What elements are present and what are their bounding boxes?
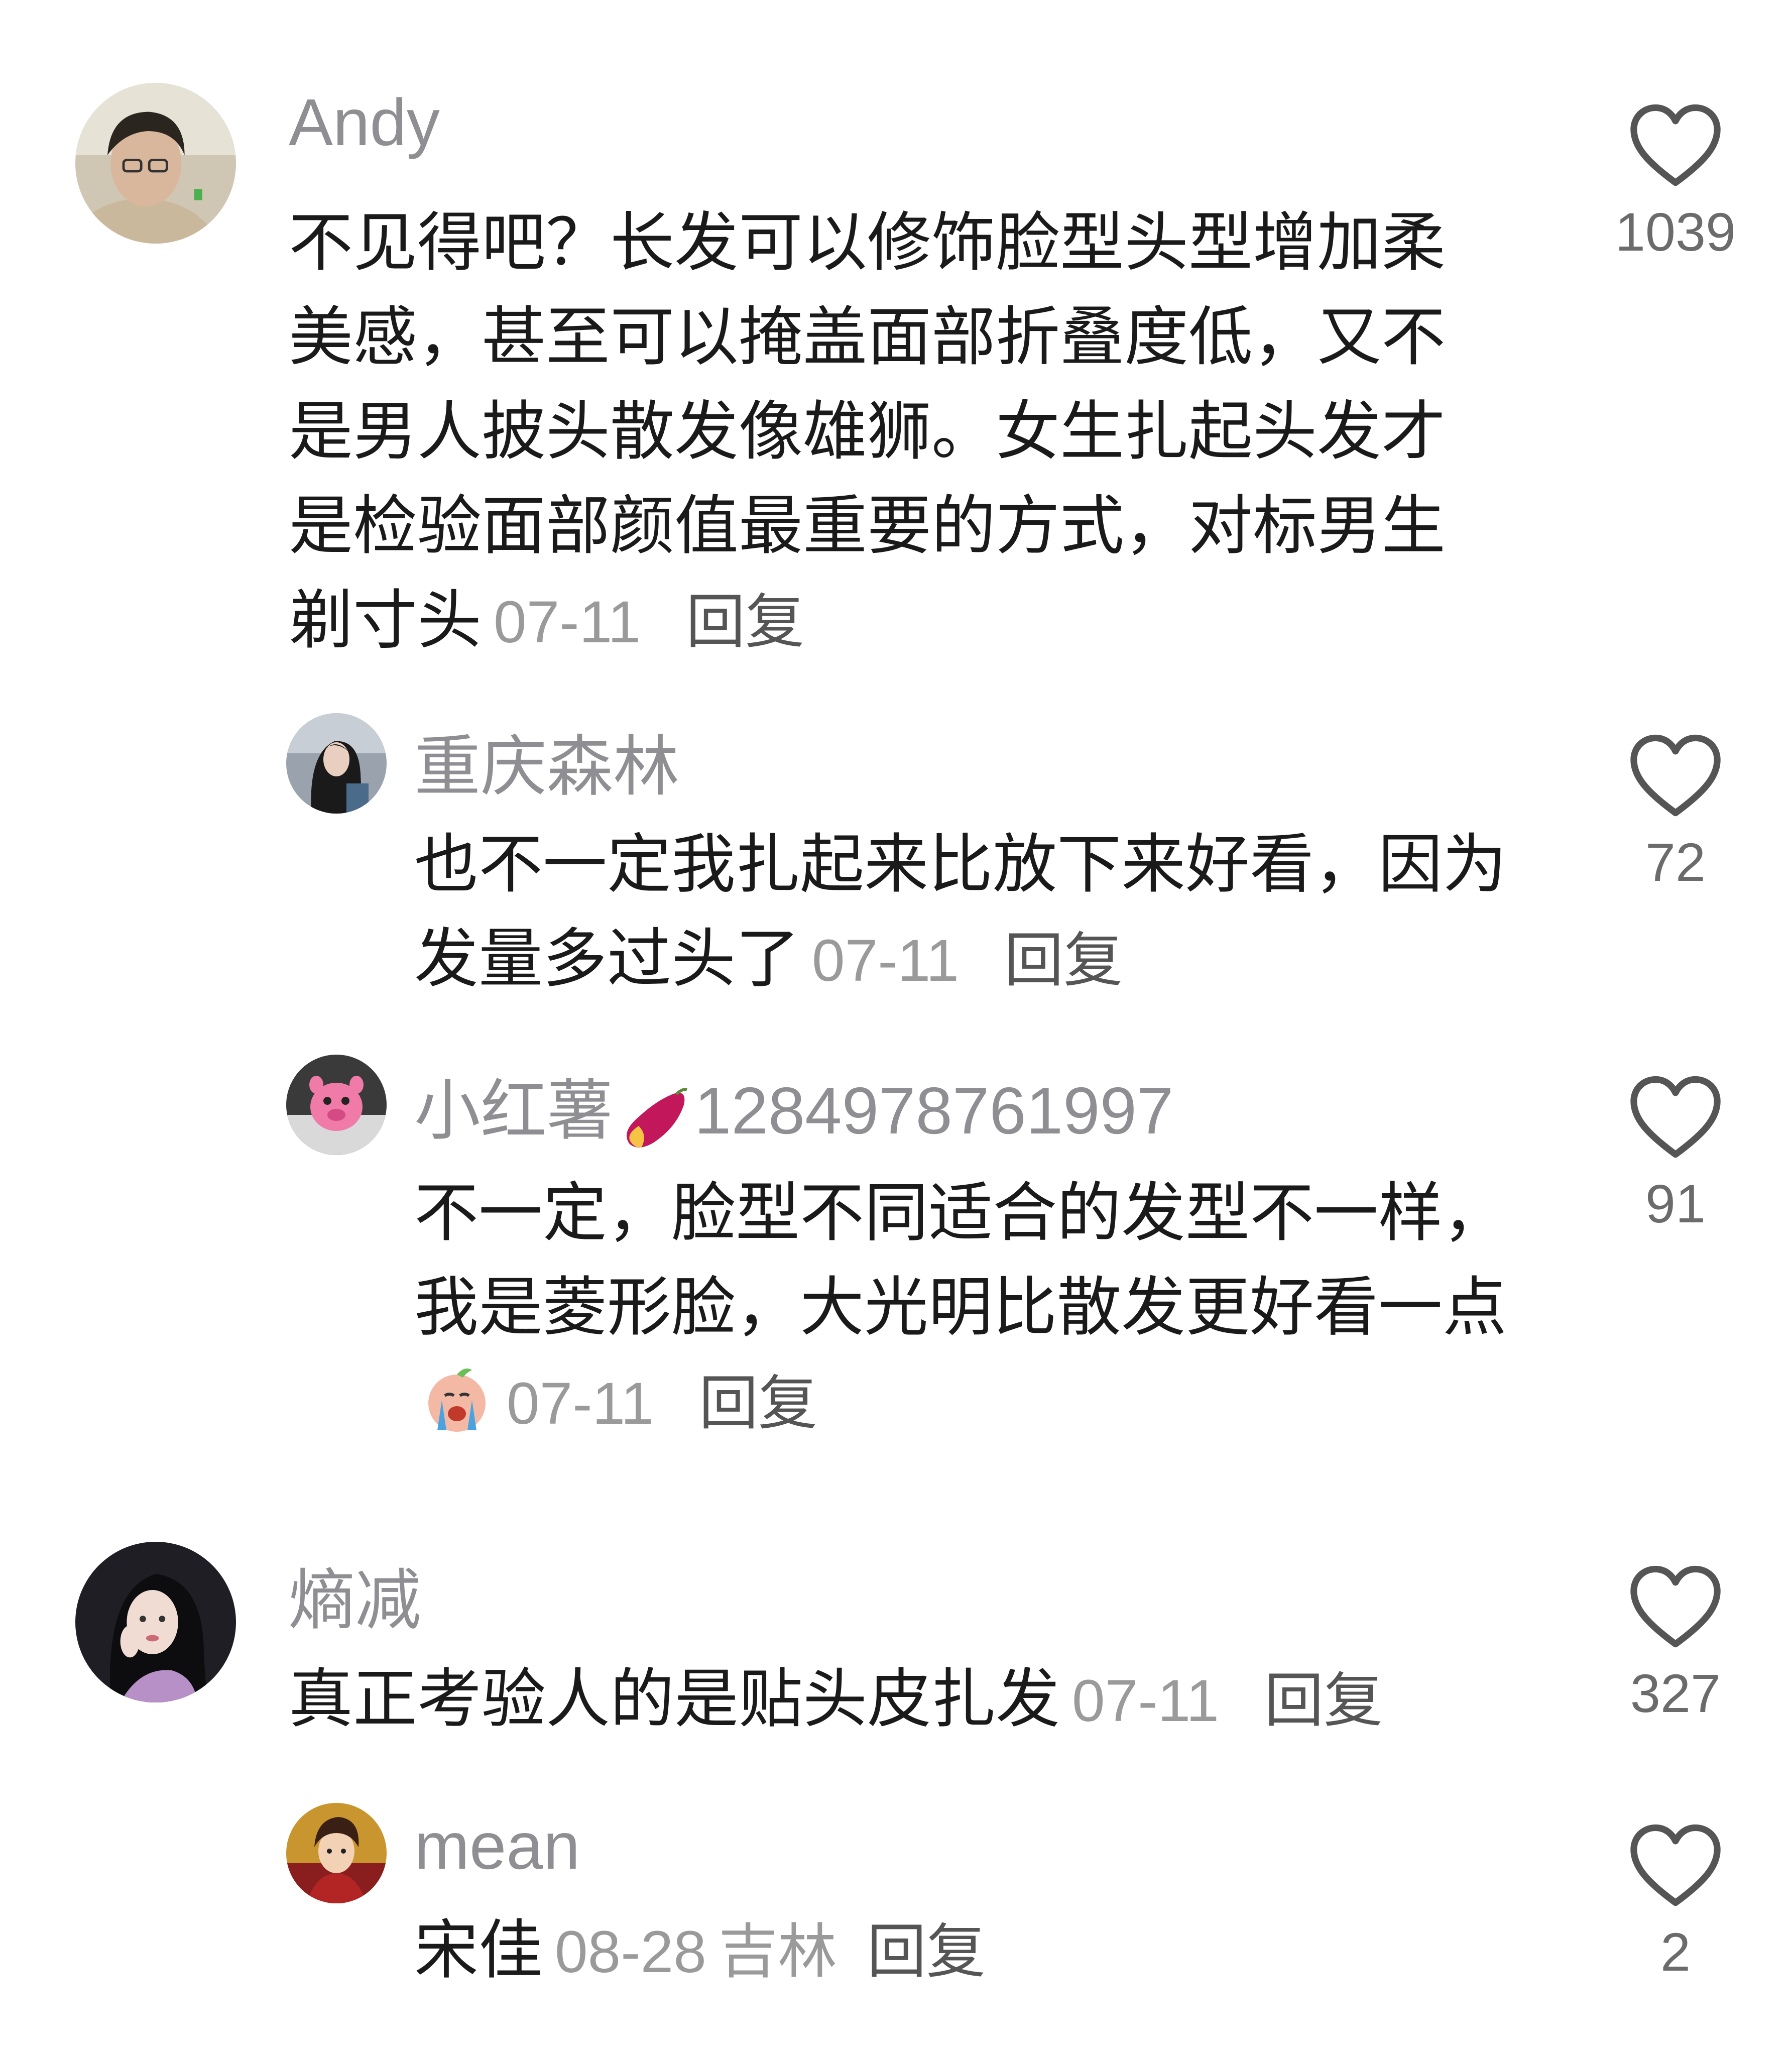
comment-body: 不一定，脸型不同适合的发型不一样，我是菱形脸，大光明比散发更好看一点 07-11…: [414, 1166, 1534, 1463]
avatar[interactable]: [75, 83, 236, 244]
comment-username[interactable]: 小红薯 1284978761997: [414, 1057, 1173, 1163]
avatar-anime-character-icon: [286, 1803, 387, 1903]
comment-date: 07-11: [1072, 1668, 1220, 1734]
comment-date: 07-11: [494, 589, 641, 655]
comment-region: 吉林: [718, 1917, 837, 1986]
heart-icon: [1630, 1565, 1721, 1648]
comment-body: 不见得吧？长发可以修饰脸型头型增加柔美感，甚至可以掩盖面部折叠度低，又不是男人披…: [289, 196, 1494, 669]
like-button[interactable]: 72: [1610, 733, 1741, 893]
comment-username[interactable]: mean: [414, 1808, 580, 1884]
comment-text: 也不一定我扎起来比放下来好看，因为发量多过头了: [414, 827, 1507, 996]
comment-text: 真正考验人的是贴头皮扎发: [289, 1662, 1060, 1737]
like-count: 1039: [1615, 201, 1736, 262]
comment-username[interactable]: 重庆森林: [414, 713, 679, 809]
avatar-woman-portrait-icon: [75, 1542, 236, 1702]
comment-date: 07-11: [812, 928, 960, 994]
avatar-woman-dark-hair-icon: [286, 713, 387, 814]
like-count: 91: [1645, 1173, 1706, 1234]
comment-text: 宋佳: [414, 1913, 543, 1988]
comment-body: 宋佳 08-28 吉林 回复: [414, 1903, 1534, 1999]
avatar[interactable]: [286, 713, 387, 814]
comment-text: 不一定，脸型不同适合的发型不一样，我是菱形脸，大光明比散发更好看一点: [414, 1176, 1507, 1345]
like-count: 2: [1660, 1921, 1691, 1982]
like-button[interactable]: 1039: [1610, 103, 1741, 263]
comment-body: 真正考验人的是贴头皮扎发 07-11 回复: [289, 1652, 1544, 1748]
like-button[interactable]: 91: [1610, 1075, 1741, 1235]
heart-icon: [1630, 1076, 1721, 1158]
heart-icon: [1630, 104, 1721, 186]
sweet-potato-icon: [616, 1082, 691, 1163]
avatar[interactable]: [286, 1055, 387, 1155]
avatar-man-glasses-icon: [75, 83, 236, 244]
crying-face-emoji: [419, 1362, 495, 1463]
username-suffix: 1284978761997: [694, 1074, 1174, 1148]
heart-icon: [1630, 1824, 1721, 1906]
avatar[interactable]: [75, 1542, 236, 1702]
like-count: 327: [1630, 1663, 1721, 1724]
reply-button[interactable]: 回复: [867, 1917, 986, 1986]
comment-body: 也不一定我扎起来比放下来好看，因为发量多过头了 07-11 回复: [414, 818, 1534, 1008]
comment-username[interactable]: 熵减: [289, 1547, 421, 1643]
comment-text: 不见得吧？长发可以修饰脸型头型增加柔美感，甚至可以掩盖面部折叠度低，又不是男人披…: [289, 205, 1446, 658]
like-button[interactable]: 327: [1610, 1564, 1741, 1725]
comment-username[interactable]: Andy: [289, 84, 440, 160]
comment-date: 08-28: [555, 1919, 706, 1985]
reply-button[interactable]: 回复: [1004, 926, 1123, 995]
username-prefix: 小红薯: [414, 1074, 613, 1148]
heart-icon: [1630, 734, 1721, 817]
reply-button[interactable]: 回复: [686, 587, 804, 656]
avatar-pink-pig-icon: [286, 1055, 387, 1155]
reply-button[interactable]: 回复: [699, 1369, 817, 1438]
like-count: 72: [1645, 832, 1706, 892]
reply-button[interactable]: 回复: [1264, 1666, 1383, 1735]
avatar[interactable]: [286, 1803, 387, 1903]
comment-date: 07-11: [507, 1371, 654, 1437]
like-button[interactable]: 2: [1610, 1823, 1741, 1983]
